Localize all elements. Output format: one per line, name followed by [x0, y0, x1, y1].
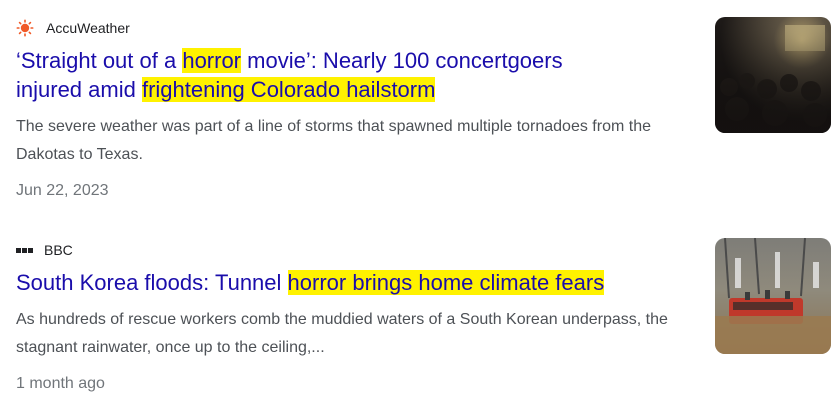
concert-crowd-image — [715, 17, 831, 133]
bbc-logo-icon — [16, 247, 33, 253]
headline-text: injured amid — [16, 77, 142, 102]
headline-link[interactable]: South Korea floods: Tunnel horror brings… — [16, 268, 696, 297]
flooded-bus-image — [715, 238, 831, 354]
snippet: The severe weather was part of a line of… — [16, 118, 651, 163]
highlighted-term: horror brings home climate fears — [287, 270, 605, 295]
snippet: As hundreds of rescue workers comb the m… — [16, 311, 668, 356]
highlighted-term: frightening Colorado hailstorm — [141, 77, 436, 102]
publish-date: Jun 22, 2023 — [16, 182, 109, 199]
source-name: AccuWeather — [46, 20, 130, 36]
headline-text: ‘Straight out of a — [16, 48, 183, 73]
thumbnail-flooded-bus[interactable] — [715, 238, 831, 354]
sun-icon — [16, 19, 34, 37]
source-name: BBC — [44, 242, 73, 258]
thumbnail-concert-crowd[interactable] — [715, 17, 831, 133]
headline-text: South Korea floods: Tunnel — [16, 270, 288, 295]
highlighted-term: horror — [182, 48, 242, 73]
publish-date: 1 month ago — [16, 375, 105, 392]
headline-link[interactable]: ‘Straight out of a horror movie’: Nearly… — [16, 46, 696, 104]
headline-text: movie’: Nearly 100 concertgoers — [241, 48, 563, 73]
